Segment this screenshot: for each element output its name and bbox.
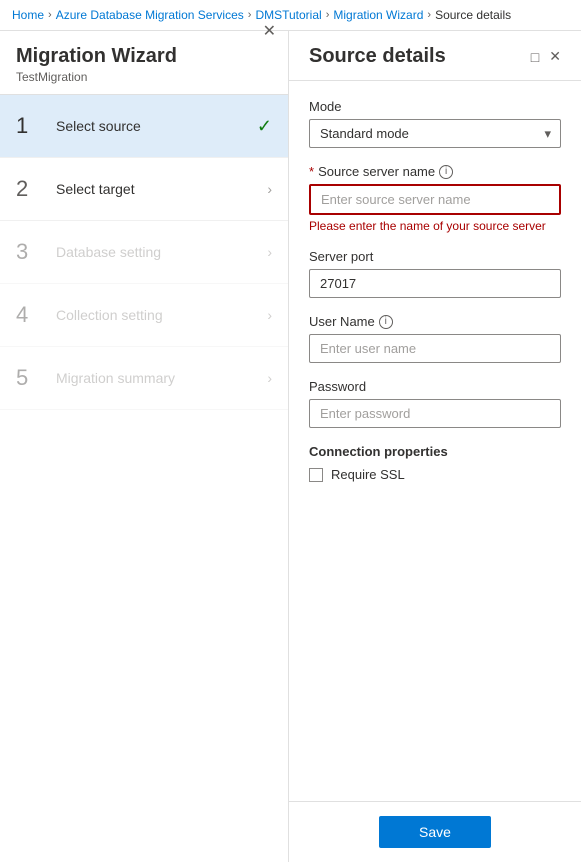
step-2-number: 2 — [16, 176, 46, 202]
right-header: Source details □ ✕ — [289, 31, 581, 81]
step-5-chevron-icon: › — [267, 370, 272, 386]
breadcrumb-sep-2: › — [248, 9, 252, 21]
breadcrumb-sep-4: › — [427, 9, 431, 21]
breadcrumb-dmstutorial[interactable]: DMSTutorial — [255, 8, 321, 22]
breadcrumb-sep-3: › — [326, 9, 330, 21]
source-details-title: Source details — [309, 45, 446, 68]
step-2-select-target[interactable]: 2 Select target › — [0, 158, 288, 221]
mode-select-wrapper: Standard modeExpert mode — [309, 119, 561, 148]
require-ssl-row: Require SSL — [309, 467, 561, 482]
source-server-name-error: Please enter the name of your source ser… — [309, 219, 561, 233]
username-group: User Name i — [309, 314, 561, 363]
step-5-migration-summary: 5 Migration summary › — [0, 347, 288, 410]
step-3-database-setting: 3 Database setting › — [0, 221, 288, 284]
source-details-form: Mode Standard modeExpert mode * Source s… — [289, 81, 581, 801]
step-1-check-icon: ✓ — [257, 116, 272, 137]
right-panel: Source details □ ✕ Mode Standard modeExp… — [289, 31, 581, 862]
server-port-group: Server port — [309, 249, 561, 298]
server-port-label: Server port — [309, 249, 561, 264]
source-server-name-input[interactable] — [309, 184, 561, 215]
mode-select[interactable]: Standard modeExpert mode — [309, 119, 561, 148]
step-3-label: Database setting — [56, 244, 267, 260]
left-panel: Migration Wizard TestMigration ✕ 1 Selec… — [0, 31, 289, 862]
connection-props-label: Connection properties — [309, 444, 561, 459]
server-port-input[interactable] — [309, 269, 561, 298]
save-button[interactable]: Save — [379, 816, 491, 848]
breadcrumb-azure[interactable]: Azure Database Migration Services — [56, 8, 244, 22]
breadcrumb-source-details: Source details — [435, 8, 511, 22]
wizard-header: Migration Wizard TestMigration ✕ — [0, 31, 288, 95]
username-info-icon[interactable]: i — [379, 315, 393, 329]
breadcrumb: Home › Azure Database Migration Services… — [0, 0, 581, 31]
connection-props-group: Connection properties Require SSL — [309, 444, 561, 482]
right-footer: Save — [289, 801, 581, 862]
required-star: * — [309, 164, 314, 179]
step-1-label: Select source — [56, 118, 257, 134]
mode-label: Mode — [309, 99, 561, 114]
source-server-info-icon[interactable]: i — [439, 165, 453, 179]
step-4-number: 4 — [16, 302, 46, 328]
wizard-subtitle: TestMigration — [16, 70, 177, 84]
require-ssl-checkbox[interactable] — [309, 468, 323, 482]
step-1-number: 1 — [16, 113, 46, 139]
step-4-chevron-icon: › — [267, 307, 272, 323]
require-ssl-label: Require SSL — [331, 467, 405, 482]
password-group: Password — [309, 379, 561, 428]
step-4-collection-setting: 4 Collection setting › — [0, 284, 288, 347]
wizard-close-button[interactable]: ✕ — [263, 21, 276, 41]
step-4-label: Collection setting — [56, 307, 267, 323]
step-3-number: 3 — [16, 239, 46, 265]
breadcrumb-home[interactable]: Home — [12, 8, 44, 22]
step-5-label: Migration summary — [56, 370, 267, 386]
step-3-chevron-icon: › — [267, 244, 272, 260]
step-2-label: Select target — [56, 181, 267, 197]
source-server-name-group: * Source server name i Please enter the … — [309, 164, 561, 233]
mode-group: Mode Standard modeExpert mode — [309, 99, 561, 148]
password-label: Password — [309, 379, 561, 394]
minimize-icon[interactable]: □ — [531, 49, 539, 65]
source-server-name-label: * Source server name i — [309, 164, 561, 179]
step-5-number: 5 — [16, 365, 46, 391]
step-1-select-source[interactable]: 1 Select source ✓ — [0, 95, 288, 158]
breadcrumb-sep-1: › — [48, 9, 52, 21]
step-2-chevron-icon: › — [267, 181, 272, 197]
password-input[interactable] — [309, 399, 561, 428]
breadcrumb-migration-wizard[interactable]: Migration Wizard — [333, 8, 423, 22]
right-header-icons: □ ✕ — [531, 48, 561, 65]
right-close-icon[interactable]: ✕ — [549, 48, 561, 65]
wizard-title: Migration Wizard — [16, 45, 177, 68]
username-label: User Name i — [309, 314, 561, 329]
username-input[interactable] — [309, 334, 561, 363]
main-container: Migration Wizard TestMigration ✕ 1 Selec… — [0, 31, 581, 862]
